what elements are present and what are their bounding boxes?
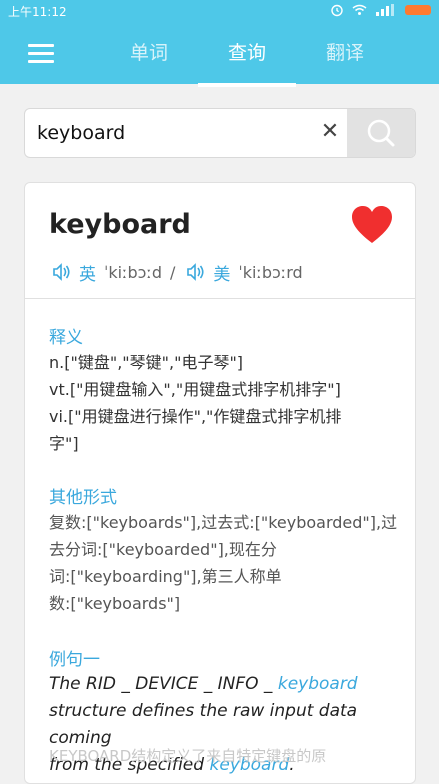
definition-line: vi.["用键盘进行操作","作键盘式排字机排	[49, 407, 342, 426]
status-time: 上午11:12	[8, 5, 67, 19]
wifi-icon	[352, 4, 367, 15]
search-button[interactable]	[347, 109, 415, 157]
example-line: The RID _ DEVICE _ INFO _ keyboard	[49, 671, 399, 698]
pron-us-label: 美	[213, 264, 231, 285]
definition-line: 字"]	[49, 434, 79, 453]
example-title: 例句一	[49, 650, 100, 670]
alarm-icon	[331, 4, 343, 17]
menu-line	[28, 60, 54, 63]
search-icon	[367, 119, 395, 147]
pron-uk-ipa: ˈkiːbɔːd	[104, 262, 162, 282]
pron-us-ipa: ˈkiːbɔːrd	[238, 262, 303, 282]
other-forms-line: 去分词:["keyboarded"],现在分	[49, 540, 277, 559]
menu-line	[28, 44, 54, 47]
tab-lookup[interactable]: 查询	[198, 36, 296, 87]
divider	[25, 298, 415, 299]
other-forms-title: 其他形式	[49, 488, 117, 508]
word-card: keyboard 英 ˈkiːbɔːd / 美 ˈkiːbɔːrd 释义 n.[…	[24, 182, 416, 784]
definition-line: n.["键盘","琴键","电子琴"]	[49, 353, 244, 372]
status-bar: 上午11:12	[0, 0, 439, 22]
app-header: 上午11:12 单词 查询 翻译	[0, 0, 439, 87]
search-input[interactable]	[25, 109, 339, 157]
pronunciation-row: 英 ˈkiːbɔːd / 美 ˈkiːbɔːrd	[51, 259, 309, 285]
definition-line: vt.["用键盘输入","用键盘式排字机排字"]	[49, 380, 341, 399]
speaker-icon[interactable]	[185, 262, 205, 282]
menu-line	[28, 52, 54, 55]
menu-icon[interactable]	[28, 44, 54, 64]
example-keyword: keyboard	[277, 674, 358, 694]
definitions-title: 释义	[49, 328, 83, 348]
battery-icon	[405, 5, 431, 15]
word-title: keyboard	[49, 209, 191, 240]
tab-translate[interactable]: 翻译	[296, 36, 394, 84]
other-forms-body: 复数:["keyboards"],过去式:["keyboarded"],过 去分…	[49, 509, 399, 617]
tab-bar: 单词 查询 翻译	[100, 36, 430, 87]
status-icons	[330, 3, 431, 17]
search-bar: ✕	[24, 108, 416, 158]
pron-separator: /	[170, 262, 176, 282]
other-forms-line: 复数:["keyboards"],过去式:["keyboarded"],过	[49, 513, 398, 532]
heart-icon[interactable]	[351, 205, 393, 245]
pron-uk-label: 英	[79, 264, 96, 285]
speaker-icon[interactable]	[51, 262, 71, 282]
example-text: The RID _ DEVICE _ INFO _	[49, 674, 278, 694]
close-icon[interactable]: ✕	[317, 119, 343, 145]
example-line: structure defines the raw input data com…	[49, 701, 358, 748]
other-forms-line: 词:["keyboarding"],第三人称单	[49, 567, 282, 586]
signal-icon	[376, 4, 394, 16]
tab-words[interactable]: 单词	[100, 36, 198, 84]
definitions-body: n.["键盘","琴键","电子琴"] vt.["用键盘输入","用键盘式排字机…	[49, 349, 399, 457]
other-forms-line: 数:["keyboards"]	[49, 594, 181, 613]
example-translation: KEYBOARD结构定义了来自特定键盘的原	[49, 747, 327, 765]
